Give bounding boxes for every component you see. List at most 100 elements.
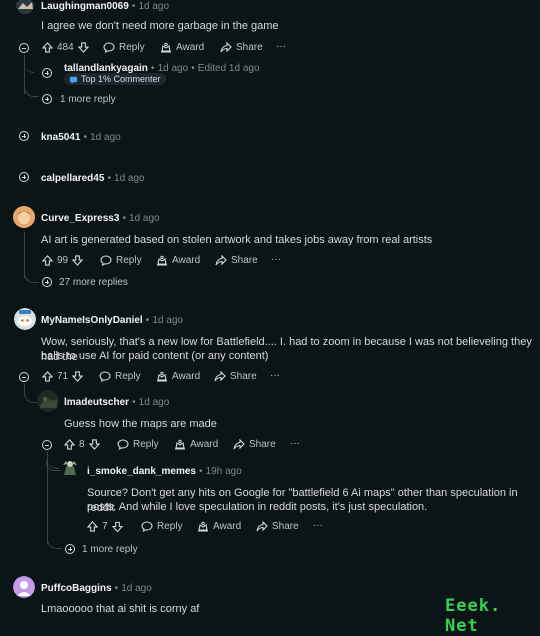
dot-separator: • [191, 63, 195, 74]
avatar-image [60, 457, 80, 477]
timestamp[interactable]: 1d ago [121, 583, 152, 594]
vote-count: 484 [57, 42, 74, 53]
reply-icon [99, 371, 111, 382]
award-icon [157, 255, 167, 266]
share-button[interactable]: Share [215, 255, 258, 266]
username[interactable]: i_smoke_dank_memes [87, 466, 196, 477]
award-button[interactable]: Award [160, 42, 204, 53]
upvote-icon[interactable] [42, 255, 53, 266]
more-options-button[interactable]: ··· [313, 520, 323, 531]
collapse-icon[interactable] [19, 43, 29, 53]
timestamp[interactable]: 1d ago [138, 1, 169, 12]
share-button[interactable]: Share [233, 439, 276, 450]
share-label: Share [230, 371, 257, 382]
more-replies-icon[interactable] [42, 277, 52, 287]
avatar[interactable] [13, 206, 35, 228]
dot-separator: • [145, 315, 150, 326]
avatar[interactable] [13, 576, 35, 598]
username[interactable]: PuffcoBaggins [41, 583, 112, 594]
downvote-icon[interactable] [111, 521, 123, 532]
share-label: Share [272, 521, 299, 532]
username[interactable]: Laughingman0069 [41, 1, 129, 12]
reply-button[interactable]: Reply [99, 371, 141, 382]
username[interactable]: MyNameIsOnlyDaniel [41, 315, 143, 326]
share-label: Share [249, 439, 276, 450]
upvote-icon[interactable] [42, 371, 53, 382]
username[interactable]: lmadeutscher [64, 397, 129, 408]
comment-body: Guess how the maps are made [64, 418, 217, 430]
award-label: Award [213, 521, 242, 532]
award-button[interactable]: Award [156, 371, 200, 382]
award-label: Award [172, 255, 201, 266]
share-icon [215, 255, 227, 266]
dot-separator: • [131, 1, 136, 12]
timestamp[interactable]: 1d ago [90, 132, 121, 143]
timestamp[interactable]: 1d ago [152, 315, 183, 326]
timestamp[interactable]: 19h ago [206, 466, 242, 477]
share-button[interactable]: Share [220, 42, 263, 53]
collapse-icon[interactable] [19, 372, 29, 382]
award-label: Award [176, 42, 205, 53]
more-options-button[interactable]: ··· [276, 41, 286, 52]
more-options-button[interactable]: ··· [270, 370, 280, 381]
vote-count: 7 [102, 521, 108, 532]
upvote-icon[interactable] [87, 521, 98, 532]
comment-header: calpellared45 • 1d ago [41, 172, 145, 184]
reply-icon [141, 521, 153, 532]
expand-icon[interactable] [42, 68, 52, 78]
downvote-icon[interactable] [72, 371, 84, 382]
comment-header: Curve_Express3 • 1d ago [41, 212, 160, 224]
avatar[interactable] [14, 308, 36, 330]
more-replies-icon[interactable] [65, 544, 75, 554]
dot-separator: • [199, 466, 203, 477]
award-button[interactable]: Award [197, 521, 241, 532]
timestamp[interactable]: 1d ago [158, 63, 189, 74]
more-replies-link[interactable]: 1 more reply [60, 94, 116, 105]
collapse-icon[interactable] [42, 440, 52, 450]
thread-connector [46, 460, 61, 471]
expand-icon[interactable] [19, 131, 29, 141]
vote-group: 7 [87, 521, 123, 532]
award-icon [175, 439, 185, 450]
downvote-icon[interactable] [77, 42, 89, 53]
vote-count: 99 [57, 255, 69, 266]
award-icon [198, 521, 208, 532]
reply-button[interactable]: Reply [103, 42, 145, 53]
edited-label: Edited 1d ago [197, 63, 260, 74]
timestamp[interactable]: 1d ago [139, 397, 170, 408]
more-replies-icon[interactable] [42, 94, 52, 104]
downvote-icon[interactable] [88, 439, 100, 450]
user-flair-badge: Top 1% Commenter [64, 73, 166, 85]
share-label: Share [236, 42, 263, 53]
more-replies-link[interactable]: 1 more reply [82, 544, 138, 555]
username[interactable]: kna5041 [41, 132, 80, 143]
share-button[interactable]: Share [214, 371, 257, 382]
comment-badge-icon [69, 76, 78, 84]
avatar[interactable] [60, 457, 80, 477]
expand-icon[interactable] [19, 172, 29, 182]
username[interactable]: Curve_Express3 [41, 213, 119, 224]
more-options-button[interactable]: ··· [290, 438, 300, 449]
username[interactable]: calpellared45 [41, 173, 104, 184]
avatar[interactable] [15, 0, 35, 15]
thread-connector [24, 84, 39, 97]
share-button[interactable]: Share [256, 521, 299, 532]
thread-connector [24, 272, 39, 283]
avatar[interactable] [37, 390, 59, 412]
upvote-icon[interactable] [64, 439, 75, 450]
badge-label: Top 1% Commenter [81, 74, 161, 84]
comment-body: I agree we don't need more garbage in th… [41, 20, 279, 32]
thread-connector [24, 55, 34, 73]
reply-button[interactable]: Reply [117, 439, 159, 450]
reply-button[interactable]: Reply [141, 521, 183, 532]
more-options-button[interactable]: ··· [271, 254, 281, 265]
upvote-icon[interactable] [42, 42, 53, 53]
reply-button[interactable]: Reply [100, 255, 142, 266]
downvote-icon[interactable] [72, 255, 84, 266]
award-button[interactable]: Award [156, 255, 200, 266]
timestamp[interactable]: 1d ago [114, 173, 145, 184]
vote-group: 8 [64, 439, 100, 450]
award-button[interactable]: Award [174, 439, 218, 450]
more-replies-link[interactable]: 27 more replies [59, 277, 128, 288]
timestamp[interactable]: 1d ago [129, 213, 160, 224]
